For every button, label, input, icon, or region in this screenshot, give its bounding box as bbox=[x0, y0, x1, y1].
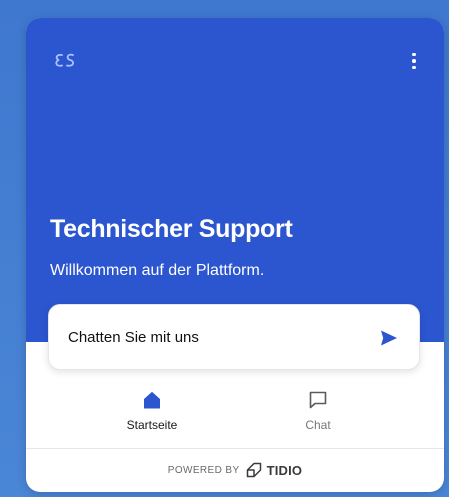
tidio-brand: TIDIO bbox=[266, 463, 303, 478]
powered-by-footer[interactable]: POWERED BY TIDIO bbox=[26, 448, 444, 492]
nav-item-label: Chat bbox=[305, 418, 331, 432]
brand-logo-icon bbox=[55, 53, 74, 67]
home-icon bbox=[144, 392, 160, 409]
send-icon bbox=[381, 330, 397, 346]
page-title: Technischer Support bbox=[50, 215, 293, 243]
powered-by-label: POWERED BY bbox=[167, 465, 240, 476]
chat-widget: Technischer Support Willkommen auf der P… bbox=[26, 18, 444, 492]
start-chat-label: Chatten Sie mit uns bbox=[68, 329, 199, 346]
page-subtitle: Willkommen auf der Plattform. bbox=[50, 262, 265, 279]
more-options-button[interactable] bbox=[408, 50, 420, 72]
nav-item-label: Startseite bbox=[126, 418, 178, 432]
hero-header: Technischer Support Willkommen auf der P… bbox=[26, 18, 444, 342]
chat-bubble-icon bbox=[309, 391, 327, 409]
nav-item-startseite[interactable]: Startseite bbox=[92, 374, 212, 448]
more-vertical-icon bbox=[412, 52, 416, 57]
bottom-nav: Startseite Chat bbox=[26, 374, 444, 448]
tidio-logo-icon bbox=[246, 462, 261, 478]
start-chat-button[interactable]: Chatten Sie mit uns bbox=[48, 304, 420, 370]
nav-item-chat[interactable]: Chat bbox=[258, 374, 378, 448]
